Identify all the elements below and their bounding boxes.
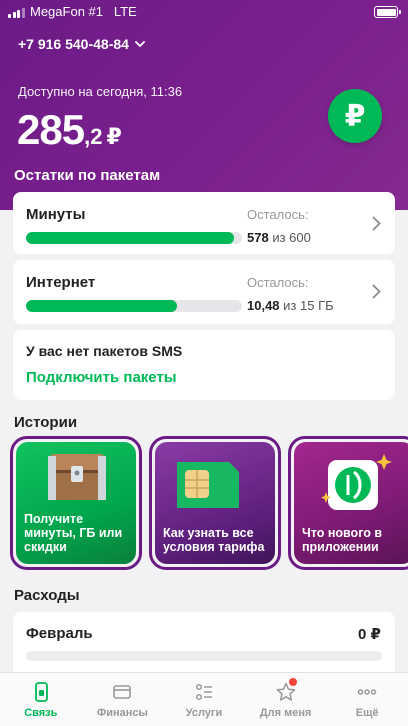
package-card-minutes[interactable]: Минуты Осталось: 578 из 600 <box>13 192 395 254</box>
story-card[interactable]: Что нового в приложении <box>288 436 408 570</box>
sms-empty-text: У вас нет пакетов SMS <box>26 343 183 359</box>
tab-label: Связь <box>24 707 58 719</box>
remaining-value: 578 <box>247 230 269 245</box>
phone-icon <box>34 682 48 702</box>
expenses-month: Февраль <box>26 625 93 642</box>
ruble-icon: ₽ <box>344 99 366 133</box>
topup-button[interactable]: ₽ <box>328 89 382 143</box>
connect-packages-link[interactable]: Подключить пакеты <box>26 369 177 386</box>
remaining-value: 10,48 <box>247 298 280 313</box>
treasure-chest-icon <box>48 454 106 500</box>
phone-number: +7 916 540-48-84 <box>18 36 129 52</box>
more-icon <box>357 689 377 695</box>
story-text: Получите минуты, ГБ или скидки <box>24 512 123 554</box>
balance-integer: 285 <box>17 106 85 153</box>
wallet-icon <box>113 685 132 699</box>
expenses-amount: 0 ₽ <box>358 626 381 643</box>
expenses-bar <box>26 651 382 661</box>
tab-finance[interactable]: Финансы <box>82 673 164 726</box>
tab-label: Финансы <box>96 707 148 719</box>
network-type: LTE <box>113 4 137 19</box>
tab-label: Услуги <box>185 707 223 719</box>
remaining-amount: 10,48 из 15 ГБ <box>247 298 334 313</box>
progress-bar <box>26 232 242 244</box>
tab-services[interactable]: Услуги <box>163 673 245 726</box>
stories-carousel[interactable]: Получите минуты, ГБ или скидки Как узнат… <box>8 436 408 571</box>
balance-currency: ₽ <box>106 124 122 149</box>
notification-dot <box>288 678 297 686</box>
remaining-label: Осталось: <box>247 275 309 290</box>
progress-fill <box>26 232 234 244</box>
package-name: Интернет <box>26 274 96 291</box>
megafon-logo-icon <box>321 454 392 510</box>
bottom-tab-bar: Связь Финансы Услуги Для меня Ещё <box>0 672 408 726</box>
balance-decimal: ,2 <box>84 124 103 149</box>
package-name: Минуты <box>26 206 86 223</box>
tab-label: Ещё <box>355 707 379 719</box>
remaining-amount: 578 из 600 <box>247 230 311 245</box>
package-card-internet[interactable]: Интернет Осталось: 10,48 из 15 ГБ <box>13 260 395 324</box>
tab-connection[interactable]: Связь <box>0 673 82 726</box>
carrier-name: MegaFon #1 <box>30 4 103 19</box>
battery-icon <box>374 6 401 18</box>
chevron-right-icon <box>372 216 381 231</box>
chevron-right-icon <box>372 284 381 299</box>
balance[interactable]: 285 ,2 ₽ <box>17 106 122 154</box>
story-text: Как узнать все условия тарифа <box>163 526 265 554</box>
story-card[interactable]: Получите минуты, ГБ или скидки <box>10 436 142 570</box>
story-text: Что нового в приложении <box>302 526 383 554</box>
progress-bar <box>26 300 242 312</box>
sim-card-icon <box>177 462 239 508</box>
remaining-label: Осталось: <box>247 207 309 222</box>
total-value: из 600 <box>272 230 311 245</box>
status-bar: MegaFon #1 LTE <box>0 0 408 24</box>
tab-label: Для меня <box>259 707 312 719</box>
signal-icon <box>8 7 25 18</box>
tab-more[interactable]: Ещё <box>326 673 408 726</box>
packages-title: Остатки по пакетам <box>14 167 161 184</box>
chevron-down-icon <box>135 41 145 48</box>
available-label: Доступно на сегодня, 11:36 <box>18 84 183 99</box>
sms-package-card: У вас нет пакетов SMS Подключить пакеты <box>13 330 395 400</box>
tab-for-me[interactable]: Для меня <box>245 673 327 726</box>
story-card[interactable]: Как узнать все условия тарифа <box>149 436 281 570</box>
phone-number-selector[interactable]: +7 916 540-48-84 <box>18 36 145 52</box>
carrier-text: MegaFon #1 LTE <box>30 4 137 19</box>
expenses-title: Расходы <box>14 587 80 604</box>
stories-title: Истории <box>14 414 78 431</box>
total-value: из 15 ГБ <box>283 298 334 313</box>
progress-fill <box>26 300 177 312</box>
services-icon <box>195 683 212 701</box>
